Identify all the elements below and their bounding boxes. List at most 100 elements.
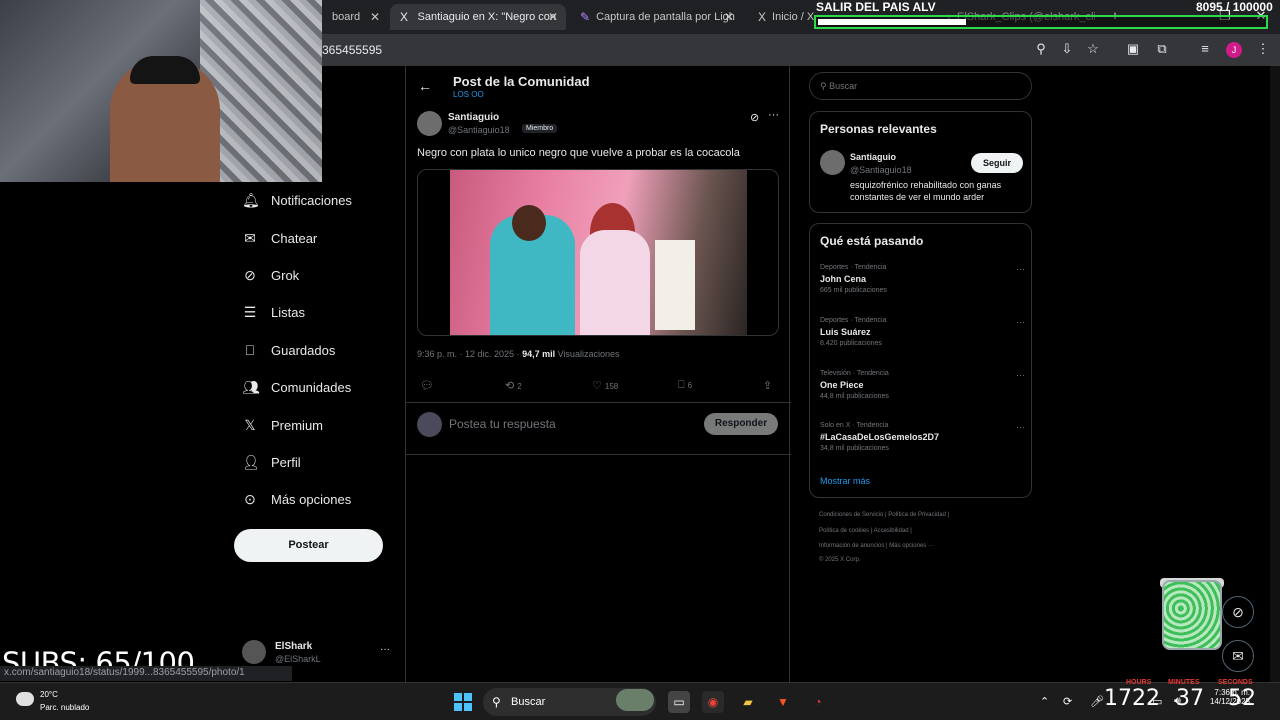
bookmark-action[interactable]: ⎕ 6: [678, 379, 692, 392]
weather-icon[interactable]: [16, 692, 34, 706]
sidebar-item-more[interactable]: ⊙ Más opciones: [234, 481, 404, 518]
sidebar-item-communities[interactable]: 👥︎ Comunidades: [234, 369, 404, 406]
person-icon: 👤︎: [242, 453, 260, 470]
timer-seconds: 52: [1228, 686, 1256, 711]
trend-title: One Piece: [820, 380, 864, 390]
scrollbar[interactable]: [1270, 66, 1280, 682]
timer-first: 1722: [1104, 686, 1160, 711]
repost-action[interactable]: ⟲ 2: [505, 379, 522, 392]
menu-icon[interactable]: ⋮: [1254, 41, 1272, 57]
divider: [406, 454, 791, 455]
author-handle[interactable]: @Santiaguio18: [448, 125, 510, 135]
sidebar-item-lists[interactable]: ☰ Listas: [234, 294, 404, 331]
profile-avatar[interactable]: J: [1226, 42, 1242, 58]
brave-icon[interactable]: ▼: [772, 691, 794, 713]
more-icon[interactable]: ···: [1016, 264, 1025, 274]
start-button[interactable]: [454, 693, 472, 711]
relevant-handle[interactable]: @Santiaguio18: [850, 165, 912, 175]
trend-item[interactable]: Televisión · Tendencia One Piece 44,8 mi…: [820, 370, 1025, 400]
avatar[interactable]: [417, 111, 442, 136]
tab-label: board: [332, 11, 361, 23]
messages-float-button[interactable]: ✉: [1222, 640, 1254, 672]
weather-desc[interactable]: Parc. nublado: [40, 703, 89, 712]
tip-jar: [1162, 580, 1222, 650]
footer-links[interactable]: Condiciones de Servicio | Política de Pr…: [819, 512, 1039, 518]
browser-tab[interactable]: board ✕: [322, 4, 388, 30]
more-icon[interactable]: ···: [1016, 317, 1025, 327]
more-icon[interactable]: ···: [380, 644, 390, 655]
address-bar[interactable]: 365455595: [322, 43, 382, 57]
share-action[interactable]: ⇪: [763, 379, 772, 392]
back-arrow-icon[interactable]: ←: [418, 78, 432, 94]
share-icon: ⇪: [763, 380, 773, 392]
sidebar-item-label: Comunidades: [271, 380, 352, 396]
post-time[interactable]: 9:36 p. m. · 12 dic. 2025 ·: [417, 349, 522, 359]
tab-label: Inicio / X: [772, 11, 814, 23]
avatar: [242, 640, 266, 664]
close-icon[interactable]: ✕: [548, 10, 558, 24]
footer-links[interactable]: Política de cookies | Accesibilidad |: [819, 528, 1039, 534]
sidebar-item-notifications[interactable]: 🔔︎ Notificaciones: [234, 182, 404, 219]
reply-action[interactable]: 💬︎: [420, 379, 434, 392]
heart-icon: ♡: [592, 380, 602, 392]
timer-minutes: 37: [1176, 686, 1204, 711]
footer-links[interactable]: Información de anuncios | Más opciones ·…: [819, 543, 1039, 549]
chrome-icon[interactable]: ◉: [702, 691, 724, 713]
people-icon: 👥︎: [242, 379, 260, 396]
goal-title: SALIR DEL PAIS ALV: [816, 0, 936, 14]
close-icon[interactable]: ✕: [370, 10, 380, 24]
sidebar-item-label: Notificaciones: [271, 193, 352, 209]
sidebar-item-grok[interactable]: ⊘ Grok: [234, 257, 404, 294]
browser-tab[interactable]: ✎ Captura de pantalla por Ligh ✕: [570, 4, 742, 30]
more-icon[interactable]: ···: [768, 109, 779, 121]
reply-input[interactable]: Postea tu respuesta: [449, 417, 556, 431]
avatar[interactable]: [820, 150, 845, 175]
relevant-name[interactable]: Santiaguio: [850, 152, 896, 162]
sidebar-item-profile[interactable]: 👤︎ Perfil: [234, 444, 404, 481]
relevant-bio: esquizofrénico rehabilitado con ganas co…: [850, 180, 1002, 202]
search-input[interactable]: ⚲ Buscar: [809, 72, 1032, 100]
task-view-icon[interactable]: ▭: [668, 691, 690, 713]
bookmark-icon: ⎕: [678, 379, 685, 391]
post-media[interactable]: [417, 169, 779, 336]
browser-tab-active[interactable]: X Santiaguio en X: "Negro con ✕: [390, 4, 566, 30]
grok-icon[interactable]: ⊘: [750, 111, 759, 124]
folder-icon[interactable]: ▰: [737, 691, 759, 713]
browser-tab[interactable]: X Inicio / X: [748, 4, 814, 30]
close-icon[interactable]: ✕: [724, 10, 734, 24]
zoom-icon[interactable]: ⚲: [1032, 41, 1050, 57]
screenshot-icon[interactable]: ▣: [1124, 41, 1142, 57]
tray-expand-icon[interactable]: ⌃: [1040, 695, 1049, 708]
widget-icon[interactable]: [616, 689, 654, 711]
grok-float-button[interactable]: ⊘: [1222, 596, 1254, 628]
app-icon[interactable]: ◔: [807, 691, 829, 713]
weather-temp[interactable]: 20°C: [40, 690, 58, 699]
install-icon[interactable]: ⇩: [1058, 41, 1076, 57]
sync-icon[interactable]: ⟳: [1063, 695, 1072, 708]
trend-item[interactable]: Deportes · Tendencia Luis Suárez 8.420 p…: [820, 317, 1025, 347]
like-action[interactable]: ♡ 158: [592, 379, 618, 392]
more-icon[interactable]: ···: [1016, 422, 1025, 432]
media-icon[interactable]: ≡: [1196, 41, 1214, 56]
trend-item[interactable]: Deportes · Tendencia John Cena 665 mil p…: [820, 264, 1025, 294]
author-name[interactable]: Santiaguio: [448, 112, 499, 123]
trend-item[interactable]: Solo en X · Tendencia #LaCasaDeLosGemelo…: [820, 422, 1025, 452]
sidebar-item-chat[interactable]: ✉ Chatear: [234, 219, 404, 256]
page-title: Post de la Comunidad: [453, 74, 590, 89]
tab-label: Santiaguio en X: "Negro con: [417, 11, 556, 23]
sidebar-item-premium[interactable]: 𝕏 Premium: [234, 406, 404, 443]
post-photo[interactable]: [450, 170, 747, 335]
trend-category: Solo en X · Tendencia: [820, 422, 889, 429]
show-more-link[interactable]: Mostrar más: [820, 476, 870, 486]
more-icon[interactable]: ···: [1016, 370, 1025, 380]
sidebar-item-bookmarks[interactable]: ⎕ Guardados: [234, 332, 404, 369]
mic-icon[interactable]: 🎤︎: [1090, 695, 1104, 708]
post-button[interactable]: Postear: [234, 529, 383, 562]
trend-category: Deportes · Tendencia: [820, 264, 887, 271]
extensions-icon[interactable]: ⧉: [1153, 41, 1171, 57]
star-icon[interactable]: ☆: [1084, 41, 1102, 57]
taskbar-search-label: Buscar: [511, 696, 546, 708]
community-link[interactable]: LOS OO: [453, 90, 484, 99]
reply-button[interactable]: Responder: [704, 413, 778, 435]
follow-button[interactable]: Seguir: [971, 153, 1023, 173]
